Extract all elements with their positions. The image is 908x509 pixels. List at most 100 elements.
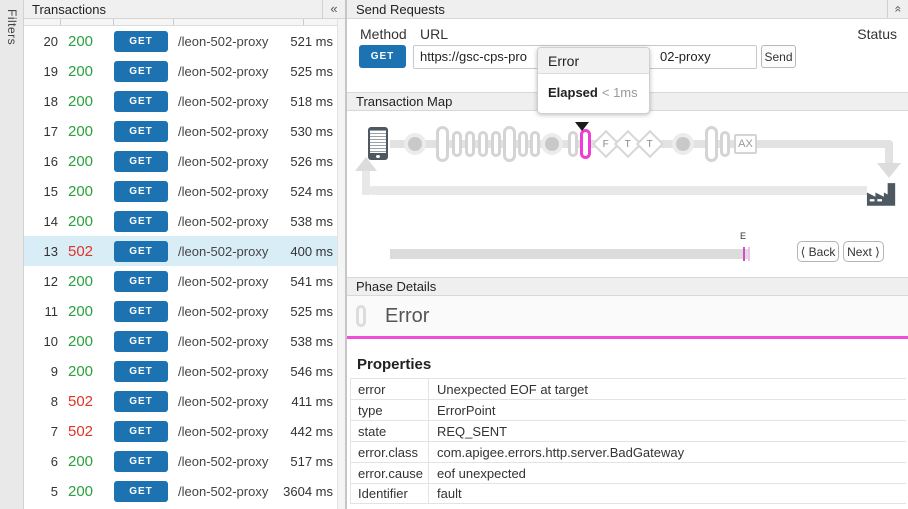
policy-step-pill[interactable] (465, 131, 475, 157)
backend-target-icon[interactable] (866, 180, 898, 210)
transaction-row[interactable]: 20 200 GET /leon-502-proxy 521 ms (24, 26, 337, 56)
transaction-row[interactable]: 17 200 GET /leon-502-proxy 530 ms (24, 116, 337, 146)
request-path: /leon-502-proxy (178, 214, 273, 229)
method-badge[interactable]: GET (114, 211, 168, 232)
transaction-row[interactable]: 19 200 GET /leon-502-proxy 525 ms (24, 56, 337, 86)
send-button[interactable]: Send (761, 45, 796, 68)
method-badge[interactable]: GET (114, 391, 168, 412)
transaction-row[interactable]: 16 200 GET /leon-502-proxy 526 ms (24, 146, 337, 176)
property-row: type ErrorPoint (351, 399, 906, 420)
collapse-panel-icon[interactable]: « (322, 0, 345, 19)
policy-step-pill[interactable] (478, 131, 488, 157)
transactions-header: Transactions « (24, 0, 345, 19)
transaction-row[interactable]: 13 502 GET /leon-502-proxy 400 ms (24, 236, 337, 266)
next-button[interactable]: Next ⟩ (843, 241, 884, 262)
transaction-row[interactable]: 5 200 GET /leon-502-proxy 3604 ms (24, 476, 337, 506)
method-badge[interactable]: GET (114, 181, 168, 202)
policy-step-pill[interactable] (491, 131, 501, 157)
collapse-section-icon[interactable]: « (887, 0, 908, 18)
error-step-pill-selected[interactable] (580, 129, 591, 159)
flow-segment-pill[interactable] (503, 126, 516, 162)
elapsed-time: 400 ms (273, 244, 337, 259)
flow-transition-dot[interactable] (404, 133, 426, 155)
transaction-row[interactable]: 18 200 GET /leon-502-proxy 518 ms (24, 86, 337, 116)
flow-arrow-down-icon (877, 163, 901, 178)
property-value: ErrorPoint (428, 400, 906, 420)
property-value: Unexpected EOF at target (428, 379, 906, 399)
method-badge[interactable]: GET (114, 61, 168, 82)
method-badge[interactable]: GET (114, 451, 168, 472)
property-row: error.cause eof unexpected (351, 462, 906, 483)
condition-diamond-true[interactable]: T (636, 130, 664, 158)
policy-step-pill[interactable] (518, 131, 528, 157)
request-path: /leon-502-proxy (178, 34, 273, 49)
method-badge-cell: GET (114, 121, 168, 142)
transaction-row[interactable]: 14 200 GET /leon-502-proxy 538 ms (24, 206, 337, 236)
flow-transition-dot[interactable] (541, 133, 563, 155)
flow-transition-dot[interactable] (672, 133, 694, 155)
elapsed-time: 541 ms (273, 274, 337, 289)
transaction-id: 20 (24, 34, 58, 49)
method-badge[interactable]: GET (114, 421, 168, 442)
property-key: type (351, 400, 428, 420)
elapsed-time: 521 ms (273, 34, 337, 49)
flow-segment-pill[interactable] (436, 126, 449, 162)
request-path: /leon-502-proxy (178, 124, 273, 139)
elapsed-time: 538 ms (273, 214, 337, 229)
policy-step-pill[interactable] (452, 131, 462, 157)
policy-step-pill[interactable] (530, 131, 540, 157)
request-path: /leon-502-proxy (178, 274, 273, 289)
tooltip-title: Error (538, 48, 649, 74)
method-button[interactable]: GET (359, 45, 406, 68)
transaction-row[interactable]: 9 200 GET /leon-502-proxy 546 ms (24, 356, 337, 386)
method-badge[interactable]: GET (114, 151, 168, 172)
method-badge[interactable]: GET (114, 271, 168, 292)
status-code: 200 (68, 303, 106, 320)
status-label: Status (857, 26, 897, 42)
method-badge[interactable]: GET (114, 241, 168, 262)
method-badge[interactable]: GET (114, 361, 168, 382)
method-badge[interactable]: GET (114, 481, 168, 502)
transaction-row[interactable]: 6 200 GET /leon-502-proxy 517 ms (24, 446, 337, 476)
transaction-row[interactable]: 11 200 GET /leon-502-proxy 525 ms (24, 296, 337, 326)
elapsed-time: 3604 ms (273, 484, 337, 499)
error-tooltip: Error Elapsed< 1ms (537, 47, 650, 114)
transactions-panel: Transactions « 20 200 GET /leon-502-prox… (24, 0, 345, 509)
transaction-id: 9 (24, 364, 58, 379)
analytics-step-box[interactable]: AX (734, 134, 757, 154)
transaction-row[interactable]: 8 502 GET /leon-502-proxy 411 ms (24, 386, 337, 416)
policy-step-pill[interactable] (568, 131, 578, 157)
method-badge[interactable]: GET (114, 121, 168, 142)
transaction-row[interactable]: 12 200 GET /leon-502-proxy 541 ms (24, 266, 337, 296)
phase-accent-underline (347, 336, 908, 339)
method-badge-cell: GET (114, 181, 168, 202)
method-badge-cell: GET (114, 61, 168, 82)
method-badge[interactable]: GET (114, 31, 168, 52)
request-path: /leon-502-proxy (178, 154, 273, 169)
filters-tab[interactable]: Filters (0, 0, 24, 509)
transactions-title: Transactions (24, 2, 322, 17)
property-key: error (351, 379, 428, 399)
url-value-end: 02-proxy (660, 46, 711, 68)
elapsed-time: 530 ms (273, 124, 337, 139)
transactions-scrollbar[interactable] (337, 19, 345, 509)
transaction-row[interactable]: 7 502 GET /leon-502-proxy 442 ms (24, 416, 337, 446)
policy-step-pill[interactable] (720, 131, 730, 157)
status-code: 200 (68, 363, 106, 380)
transaction-row[interactable]: 10 200 GET /leon-502-proxy 538 ms (24, 326, 337, 356)
method-badge[interactable]: GET (114, 331, 168, 352)
transaction-row[interactable]: 15 200 GET /leon-502-proxy 524 ms (24, 176, 337, 206)
method-badge-cell: GET (114, 241, 168, 262)
filters-tab-label: Filters (0, 0, 19, 45)
client-device-icon[interactable] (368, 127, 388, 160)
property-key: state (351, 421, 428, 441)
method-badge[interactable]: GET (114, 91, 168, 112)
back-button[interactable]: ⟨ Back (797, 241, 839, 262)
flow-segment-pill[interactable] (705, 126, 718, 162)
property-row: state REQ_SENT (351, 420, 906, 441)
method-badge[interactable]: GET (114, 301, 168, 322)
gauge-error-marker[interactable] (743, 247, 745, 261)
timeline-gauge[interactable] (390, 249, 750, 259)
elapsed-time: 524 ms (273, 184, 337, 199)
url-label: URL (420, 26, 448, 42)
